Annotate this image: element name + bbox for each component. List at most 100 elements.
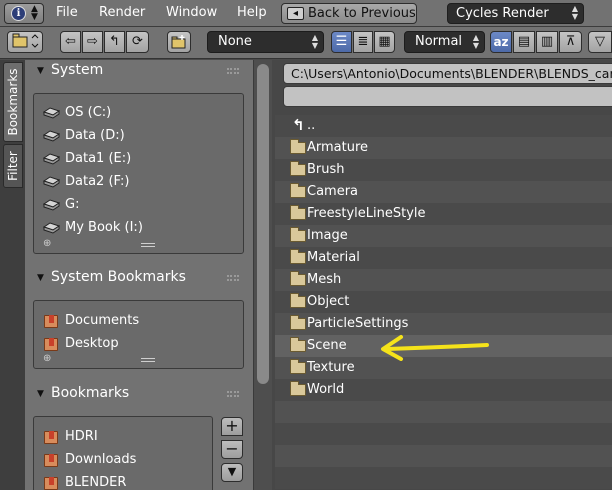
updown-arrows-icon: ▲ ▼ <box>31 4 38 22</box>
drive-label: Data (D:) <box>65 128 125 143</box>
folder-label: Camera <box>307 184 359 199</box>
folder-label: World <box>307 382 345 397</box>
folder-icon <box>290 315 306 330</box>
file-browser-editor-button[interactable] <box>7 31 43 53</box>
remove-bookmark-button[interactable]: − <box>221 440 243 459</box>
folder-row[interactable]: FreestyleLineStyle <box>275 203 612 225</box>
folder-label: Texture <box>307 360 355 375</box>
drag-grip-icon[interactable] <box>227 275 239 281</box>
directory-path-field[interactable]: C:\Users\Antonio\Documents\BLENDER\BLEND… <box>283 63 612 84</box>
display-size-select[interactable]: Normal ▲ ▼ <box>404 31 485 53</box>
resize-grip-icon[interactable] <box>141 243 155 247</box>
sort-by-time-button[interactable]: ▥ <box>536 31 558 53</box>
annotation-arrow-icon <box>381 335 489 361</box>
menu-render[interactable]: Render <box>99 5 145 20</box>
expand-icon[interactable]: ⊕ <box>43 353 51 364</box>
hard-drive-icon <box>43 107 60 119</box>
tab-filter[interactable]: Filter <box>3 144 23 188</box>
forward-button[interactable]: ⇨ <box>82 31 103 53</box>
scrollbar-thumb[interactable] <box>257 64 269 384</box>
down-triangle-icon: ▼ <box>227 465 237 478</box>
display-short-list-button[interactable]: ☰ <box>331 31 352 53</box>
folder-icon <box>290 227 306 242</box>
parent-directory-icon: ↰ <box>109 34 120 49</box>
folder-row[interactable]: Brush <box>275 159 612 181</box>
refresh-button[interactable]: ⟳ <box>126 31 149 53</box>
drive-label: Data1 (E:) <box>65 151 132 166</box>
sort-by-extension-button[interactable]: ▤ <box>513 31 535 53</box>
folder-row[interactable]: Object <box>275 291 612 313</box>
add-bookmark-button[interactable]: + <box>221 417 243 436</box>
folder-row[interactable]: Material <box>275 247 612 269</box>
empty-row <box>275 445 612 467</box>
bookmark-label: BLENDER <box>65 475 127 490</box>
folder-label: Brush <box>307 162 345 177</box>
folder-row[interactable]: Camera <box>275 181 612 203</box>
folder-row[interactable]: ParticleSettings <box>275 313 612 335</box>
menu-help[interactable]: Help <box>237 5 267 20</box>
dropdown-arrows-icon: ▲ ▼ <box>472 33 479 50</box>
thumbnails-icon: ▦ <box>378 34 391 49</box>
folder-row[interactable]: World <box>275 379 612 401</box>
menu-window[interactable]: Window <box>166 5 217 20</box>
sort-alphabetical-button[interactable]: az <box>490 31 512 53</box>
sort-by-size-button[interactable]: ⊼ <box>559 31 582 53</box>
tab-filter-label: Filter <box>6 151 20 181</box>
folder-row[interactable]: Mesh <box>275 269 612 291</box>
empty-row <box>275 423 612 445</box>
display-long-list-button[interactable]: ≣ <box>353 31 373 53</box>
bookmark-icon <box>44 338 58 351</box>
drag-grip-icon[interactable] <box>227 68 239 74</box>
filter-toggle-button[interactable]: ▽ <box>588 31 612 53</box>
filename-field[interactable] <box>283 86 612 107</box>
sidebar-tabs: Bookmarks Filter <box>0 60 25 490</box>
parent-directory-label: .. <box>307 118 316 133</box>
folder-label: Material <box>307 250 360 265</box>
hard-drive-icon <box>43 222 60 234</box>
drag-grip-icon[interactable] <box>227 391 239 397</box>
system-bookmarks-list: Documents Desktop ⊕ <box>33 300 244 369</box>
back-to-previous-label: Back to Previous <box>308 6 416 21</box>
system-section-header[interactable]: ▼ System <box>25 60 253 84</box>
display-thumbnails-button[interactable]: ▦ <box>374 31 395 53</box>
folder-icon <box>290 139 306 154</box>
drive-label: My Book (I:) <box>65 220 143 235</box>
bookmark-label: HDRI <box>65 429 98 444</box>
new-folder-icon <box>171 35 186 49</box>
folder-row[interactable]: Armature <box>275 137 612 159</box>
long-list-icon: ≣ <box>357 34 369 49</box>
blender-file-icon: ▤ <box>517 34 531 49</box>
back-to-previous-button[interactable]: ◂ Back to Previous <box>281 3 417 24</box>
drive-label: Data2 (F:) <box>65 174 130 189</box>
bookmark-menu-button[interactable]: ▼ <box>221 463 243 482</box>
render-engine-value: Cycles Render <box>456 6 549 21</box>
resize-grip-icon[interactable] <box>141 358 155 362</box>
parent-directory-button[interactable]: ↰ <box>104 31 125 53</box>
folder-label: Scene <box>307 338 347 353</box>
back-button[interactable]: ⇦ <box>60 31 81 53</box>
tab-bookmarks-label: Bookmarks <box>6 68 20 136</box>
bookmark-icon <box>44 431 58 444</box>
editor-type-button[interactable]: i ▲ ▼ <box>4 3 44 24</box>
sidebar-scrollbar[interactable] <box>253 60 272 490</box>
folder-icon <box>290 205 306 220</box>
drive-label: G: <box>65 197 80 212</box>
render-engine-select[interactable]: Cycles Render ▲ ▼ <box>447 3 584 24</box>
new-folder-button[interactable] <box>167 31 191 53</box>
folder-row[interactable]: Image <box>275 225 612 247</box>
expand-icon[interactable]: ⊕ <box>43 238 51 249</box>
menu-file[interactable]: File <box>56 5 78 20</box>
short-list-icon: ☰ <box>335 34 348 49</box>
file-browser-icon <box>12 33 39 48</box>
folder-icon <box>290 271 306 286</box>
bookmark-label: Documents <box>65 313 140 328</box>
tab-bookmarks[interactable]: Bookmarks <box>3 62 23 142</box>
display-size-value: Normal <box>415 34 463 49</box>
system-bookmarks-section-header[interactable]: ▼ System Bookmarks <box>25 267 253 291</box>
bookmark-icon <box>44 454 58 467</box>
back-icon: ◂ <box>287 7 304 20</box>
parent-directory-row[interactable]: ↰ .. <box>275 115 612 137</box>
filter-select[interactable]: None ▲ ▼ <box>207 31 324 53</box>
bookmark-icon <box>44 315 58 328</box>
bookmarks-section-header[interactable]: ▼ Bookmarks <box>25 383 253 407</box>
